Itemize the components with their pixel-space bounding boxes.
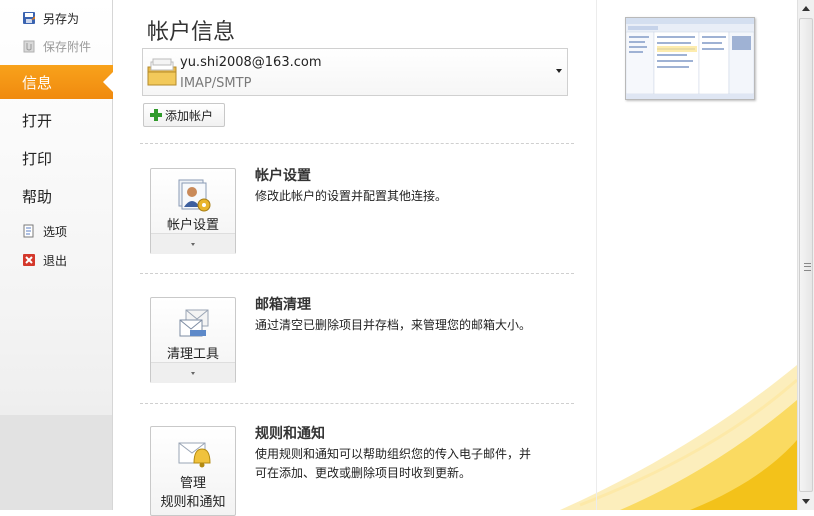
nav-help-label: 帮助: [22, 187, 53, 206]
account-settings-button-label: 帐户设置: [166, 218, 219, 233]
plus-icon: [150, 109, 162, 121]
account-settings-dropdown[interactable]: [151, 233, 235, 254]
nav-exit[interactable]: 退出: [0, 248, 112, 272]
vertical-scrollbar[interactable]: [797, 0, 814, 510]
nav-save-as-label: 另存为: [43, 11, 80, 26]
mailbox-cleanup-description: 通过清空已删除项目并存档，来管理您的邮箱大小。: [255, 318, 532, 332]
account-settings-title: 帐户设置: [255, 168, 311, 184]
nav-exit-label: 退出: [43, 253, 68, 268]
cleanup-tools-button-label: 清理工具: [166, 347, 219, 362]
section-divider: [140, 143, 574, 144]
thumbnail-image: [625, 18, 755, 99]
rules-alerts-icon: [178, 442, 211, 468]
chevron-down-icon: [556, 69, 562, 73]
section-divider: [140, 273, 574, 274]
cleanup-tools-dropdown[interactable]: [151, 362, 235, 383]
manage-rules-button-label-2: 规则和通知: [160, 495, 226, 510]
nav-item-help[interactable]: 帮助: [0, 179, 112, 213]
nav-print-label: 打印: [22, 149, 53, 168]
scrollbar-thumb[interactable]: [799, 18, 813, 492]
rules-alerts-description-line-1: 使用规则和通知可以帮助组织您的传入电子邮件，并: [255, 447, 532, 461]
account-type: IMAP/SMTP: [180, 76, 252, 91]
page-title: 帐户信息: [147, 20, 236, 45]
rules-alerts-title: 规则和通知: [255, 426, 325, 442]
nav-item-info[interactable]: 信息: [0, 65, 114, 99]
manage-rules-button[interactable]: 管理 规则和通知: [150, 426, 236, 516]
pane-separator: [596, 0, 597, 510]
attachment-icon: [23, 40, 35, 53]
nav-open-label: 打开: [22, 111, 53, 130]
backstage-nav: 另存为 保存附件 信息 打开 打印 帮助 选项 退出: [0, 0, 114, 510]
exit-icon: [23, 254, 35, 266]
cleanup-tools-button[interactable]: 清理工具: [150, 297, 236, 383]
outlook-window-thumbnail: [625, 17, 755, 100]
add-account-label: 添加帐户: [165, 108, 214, 123]
account-selector[interactable]: yu.shi2008@163.com IMAP/SMTP: [142, 48, 568, 96]
manage-rules-button-label-1: 管理: [179, 476, 206, 491]
add-account-button[interactable]: 添加帐户: [143, 103, 225, 127]
mail-folder-icon: [147, 58, 177, 86]
scrollbar-grip-icon: [804, 263, 811, 271]
nav-options-label: 选项: [43, 224, 68, 239]
rules-alerts-description: 使用规则和通知可以帮助组织您的传入电子邮件，并 可在添加、更改或删除项目时收到更…: [255, 445, 575, 483]
nav-info-label: 信息: [22, 73, 53, 92]
rules-alerts-description-line-2: 可在添加、更改或删除项目时收到更新。: [255, 466, 472, 480]
account-settings-icon: [178, 179, 211, 212]
account-settings-button[interactable]: 帐户设置: [150, 168, 236, 254]
scroll-down-arrow-icon[interactable]: [798, 493, 814, 510]
section-divider: [140, 403, 574, 404]
mailbox-cleanup-title: 邮箱清理: [255, 297, 311, 313]
nav-save-attachments[interactable]: 保存附件: [0, 34, 112, 58]
account-settings-description: 修改此帐户的设置并配置其他连接。: [255, 189, 448, 203]
nav-item-print[interactable]: 打印: [0, 141, 112, 175]
scroll-up-arrow-icon[interactable]: [798, 0, 814, 17]
nav-save-as[interactable]: 另存为: [0, 6, 112, 30]
options-icon: [23, 224, 34, 238]
nav-bottom-shade: [0, 415, 112, 510]
cleanup-tools-icon: [179, 309, 209, 337]
account-email: yu.shi2008@163.com: [180, 55, 322, 70]
save-as-icon: [23, 12, 35, 24]
nav-options[interactable]: 选项: [0, 219, 112, 243]
nav-item-open[interactable]: 打开: [0, 103, 112, 137]
nav-save-attachments-label: 保存附件: [43, 39, 92, 54]
